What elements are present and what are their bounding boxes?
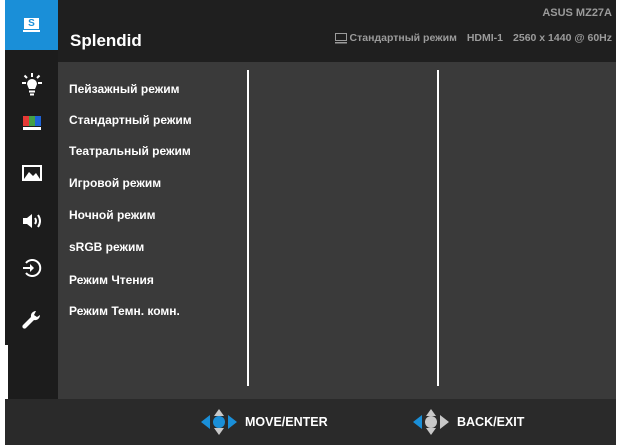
wrench-icon	[21, 310, 40, 329]
monitor-icon	[334, 32, 347, 43]
sidebar-item-splendid[interactable]: S	[5, 0, 58, 50]
page-title: Splendid	[70, 31, 142, 50]
footer: MOVE/ENTER BACK/EXIT	[5, 399, 616, 445]
sidebar-item-color[interactable]	[5, 106, 58, 140]
column-divider	[247, 70, 249, 386]
menu-item-darkroom[interactable]: Режим Темн. комн.	[69, 304, 180, 318]
input-source: HDMI-1	[466, 32, 504, 44]
menu-item-standard[interactable]: Стандартный режим	[69, 113, 192, 127]
sidebar	[5, 0, 58, 399]
sidebar-divider	[5, 345, 8, 399]
move-enter-hint: MOVE/ENTER	[199, 399, 328, 445]
five-way-joystick-icon	[201, 409, 237, 435]
resolution: 2560 x 1440 @ 60Hz	[513, 32, 612, 44]
sidebar-item-input-select[interactable]	[5, 251, 58, 285]
splendid-icon: S	[23, 18, 40, 32]
menu-item-reading[interactable]: Режим Чтения	[69, 273, 154, 287]
header: Splendid ASUS MZ27A Стандартный режим HD…	[58, 0, 616, 62]
menu-item-game[interactable]: Игровой режим	[69, 176, 161, 190]
back-exit-hint: BACK/EXIT	[411, 399, 524, 445]
menu-item-theater[interactable]: Театральный режим	[69, 144, 191, 158]
sidebar-item-image[interactable]	[5, 156, 58, 190]
back-exit-label: BACK/EXIT	[457, 415, 525, 429]
column-divider	[437, 70, 439, 386]
status-bar: Стандартный режим HDMI-1 2560 x 1440 @ 6…	[334, 32, 612, 44]
menu-item-srgb[interactable]: sRGB режим	[69, 240, 144, 254]
sidebar-item-sound[interactable]	[5, 204, 58, 238]
sidebar-item-brightness[interactable]	[5, 68, 58, 102]
back-joystick-icon	[413, 409, 449, 435]
menu-item-landscape[interactable]: Пейзажный режим	[69, 82, 179, 96]
model-name: ASUS MZ27A	[542, 7, 612, 19]
sidebar-item-system-setup[interactable]	[5, 303, 58, 337]
menu-item-night[interactable]: Ночной режим	[69, 208, 156, 222]
color-icon	[22, 116, 41, 130]
brightness-icon	[21, 73, 42, 96]
current-mode: Стандартный режим	[334, 32, 457, 44]
sound-icon	[22, 214, 41, 228]
move-enter-label: MOVE/ENTER	[245, 415, 328, 429]
osd-menu: S Splendid ASUS MZ27A Стандартный режим …	[0, 0, 621, 445]
menu-panel: Пейзажный режим Стандартный режим Театра…	[58, 62, 616, 399]
mode-text: Стандартный режим	[349, 32, 457, 44]
image-icon	[21, 165, 42, 181]
input-select-icon	[22, 259, 41, 277]
